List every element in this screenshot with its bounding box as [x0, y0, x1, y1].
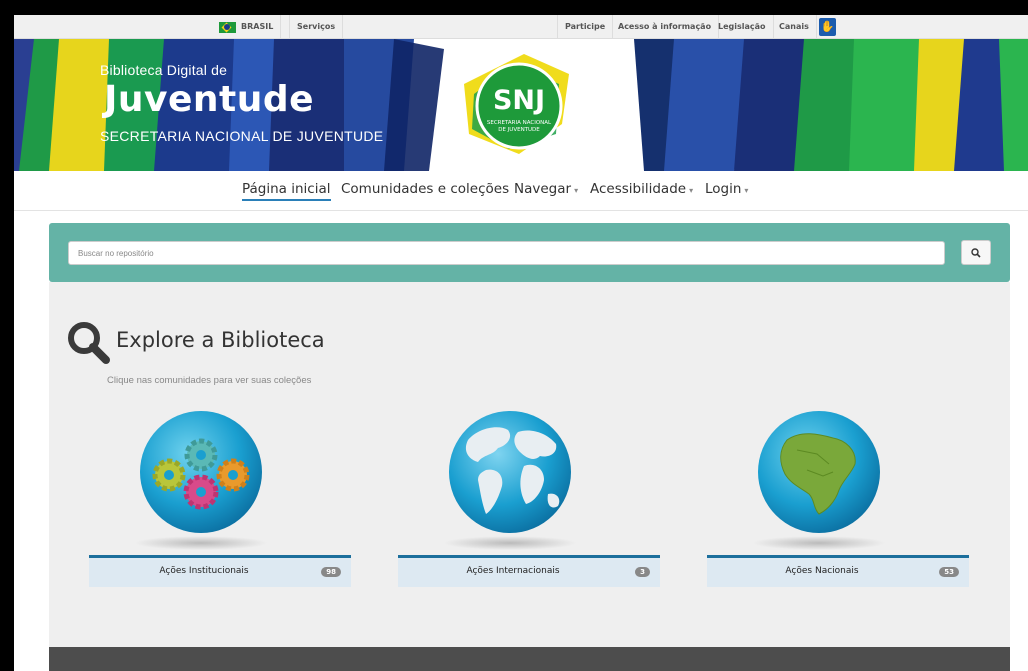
chevron-down-icon: ▾: [689, 186, 694, 195]
site-banner[interactable]: Biblioteca Digital de Juventude SECRETAR…: [14, 39, 1028, 171]
nav-browse[interactable]: Navegar ▾: [514, 181, 578, 197]
chevron-down-icon: ▾: [574, 186, 579, 195]
servicos-link[interactable]: Serviços: [289, 15, 344, 39]
community-acoes-institucionais[interactable]: Ações Institucionais 98: [89, 410, 351, 590]
count-badge: 53: [939, 567, 959, 577]
banner-title: Juventude: [104, 79, 315, 120]
snj-logo[interactable]: SNJ SECRETARIA NACIONAL DE JUVENTUDE: [464, 54, 569, 154]
brazil-flag-icon: [219, 21, 236, 33]
explore-subtitle: Clique nas comunidades para ver suas col…: [107, 375, 312, 386]
acesso-informacao-link[interactable]: Acesso à informação: [611, 15, 720, 39]
gears-globe-icon[interactable]: [139, 410, 263, 534]
nav-home[interactable]: Página inicial: [242, 181, 331, 201]
community-acoes-nacionais[interactable]: Ações Nacionais 53: [707, 410, 969, 590]
banner-org: SECRETARIA NACIONAL DE JUVENTUDE: [100, 128, 384, 144]
community-bar[interactable]: Ações Nacionais 53: [707, 555, 969, 587]
search-input[interactable]: [68, 241, 945, 265]
nav-login[interactable]: Login ▾: [705, 181, 748, 197]
snj-logo-sub2: DE JUVENTUDE: [498, 127, 540, 133]
community-label[interactable]: Ações Institucionais: [89, 566, 319, 576]
world-globe-icon[interactable]: [448, 410, 572, 534]
snj-logo-text: SNJ: [493, 85, 545, 116]
participe-link[interactable]: Participe: [557, 15, 614, 39]
community-bar[interactable]: Ações Internacionais 3: [398, 555, 660, 587]
main-nav: Página inicial Comunidades e coleções Na…: [14, 171, 1028, 211]
community-label[interactable]: Ações Internacionais: [398, 566, 628, 576]
nav-browse-label: Navegar: [514, 181, 572, 197]
banner-subtitle: Biblioteca Digital de: [100, 62, 228, 78]
community-bar[interactable]: Ações Institucionais 98: [89, 555, 351, 587]
nav-login-label: Login: [705, 181, 742, 197]
search-panel: [49, 223, 1010, 282]
legislacao-link[interactable]: Legislação: [711, 15, 774, 39]
brasil-link[interactable]: BRASIL: [212, 15, 282, 39]
canais-link[interactable]: Canais: [772, 15, 817, 39]
explore-section: Explore a Biblioteca Clique nas comunida…: [49, 282, 1010, 647]
chevron-down-icon: ▾: [744, 186, 749, 195]
explore-title: Explore a Biblioteca: [116, 328, 325, 352]
count-badge: 3: [635, 567, 650, 577]
count-badge: 98: [321, 567, 341, 577]
libras-icon[interactable]: ✋: [819, 18, 836, 36]
nav-accessibility-label: Acessibilidade: [590, 181, 687, 197]
globe-shadow: [443, 536, 577, 550]
search-button[interactable]: [961, 240, 991, 265]
footer-bar: [49, 647, 1010, 671]
community-label[interactable]: Ações Nacionais: [707, 566, 937, 576]
snj-logo-sub1: SECRETARIA NACIONAL: [487, 120, 552, 126]
gov-top-bar: BRASIL Serviços Participe Acesso à infor…: [14, 15, 1028, 39]
globe-shadow: [752, 536, 886, 550]
nav-accessibility[interactable]: Acessibilidade ▾: [590, 181, 693, 197]
magnifier-icon: [68, 322, 110, 364]
globe-shadow: [134, 536, 268, 550]
nav-communities[interactable]: Comunidades e coleções: [341, 181, 509, 197]
search-icon: [971, 247, 981, 258]
brazil-globe-icon[interactable]: [757, 410, 881, 534]
browser-page: BRASIL Serviços Participe Acesso à infor…: [14, 15, 1028, 671]
brasil-label: BRASIL: [241, 22, 274, 31]
community-acoes-internacionais[interactable]: Ações Internacionais 3: [398, 410, 660, 590]
